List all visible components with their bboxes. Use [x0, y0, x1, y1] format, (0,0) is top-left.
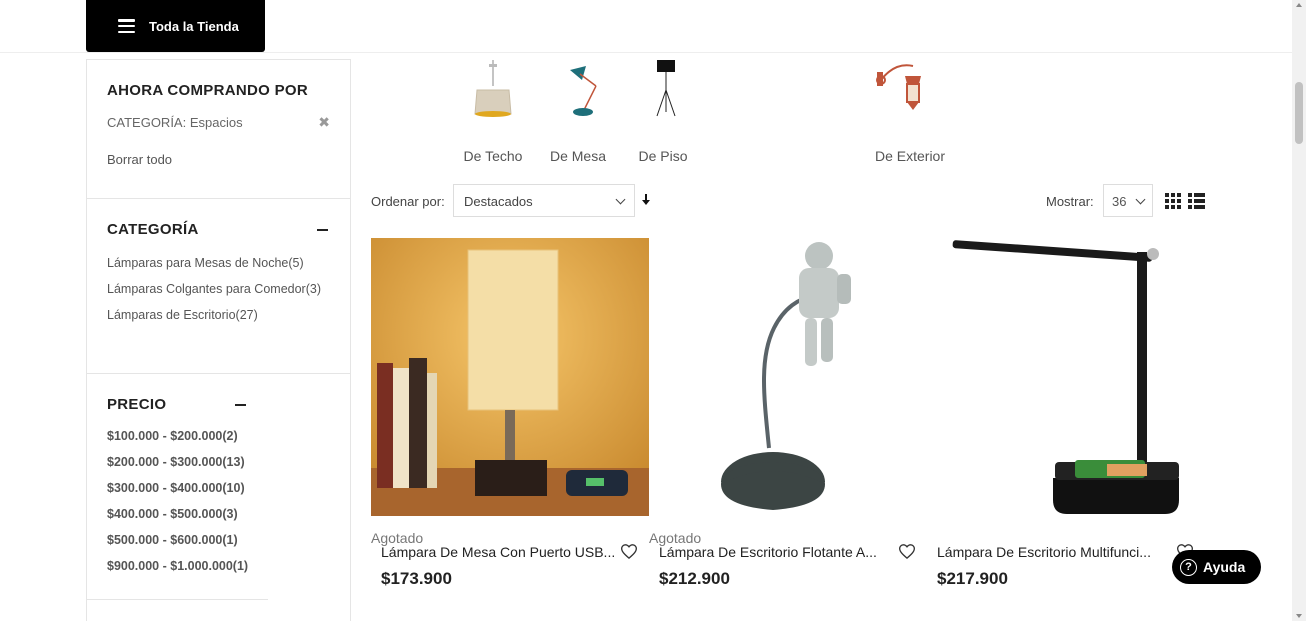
- product-card[interactable]: Agotado Lámpara De Escritorio Flotante A…: [649, 238, 927, 588]
- product-price: $212.900: [659, 569, 730, 588]
- category-filter-block: CATEGORÍA Lámparas para Mesas de Noche(5…: [87, 199, 350, 374]
- chevron-down-icon: [615, 194, 626, 205]
- remove-filter-icon[interactable]: ✖: [318, 114, 330, 131]
- price-range-item[interactable]: $400.000 - $500.000(3): [107, 501, 248, 527]
- list-view-icon[interactable]: [1188, 193, 1205, 209]
- help-label: Ayuda: [1203, 559, 1246, 575]
- sort-label: Ordenar por:: [371, 194, 445, 209]
- clear-all-link[interactable]: Borrar todo: [107, 152, 330, 167]
- heart-icon[interactable]: [620, 544, 638, 564]
- active-filter: CATEGORÍA: Espacios ✖: [107, 114, 330, 131]
- product-card[interactable]: Agotado Lámpara De Mesa Con Puerto USB..…: [371, 238, 649, 588]
- product-name[interactable]: Lámpara De Escritorio Multifunci...: [937, 544, 1172, 560]
- category-de-techo[interactable]: De Techo: [448, 60, 538, 164]
- category-de-exterior[interactable]: De Exterior: [865, 60, 955, 164]
- price-filter-title: PRECIO: [107, 396, 167, 413]
- header-divider: [0, 52, 1292, 53]
- all-store-menu-button[interactable]: Toda la Tienda: [86, 0, 265, 52]
- collapse-price-icon[interactable]: [235, 404, 247, 406]
- category-label: De Mesa: [549, 148, 607, 164]
- category-item-colgantes-comedor[interactable]: Lámparas Colgantes para Comedor(3): [107, 276, 332, 302]
- hamburger-icon: [118, 19, 135, 33]
- sort-select[interactable]: Destacados: [453, 184, 635, 217]
- scroll-thumb[interactable]: [1295, 82, 1303, 144]
- floor-lamp-icon: [656, 60, 676, 117]
- product-image[interactable]: [927, 238, 1205, 516]
- active-filter-label: CATEGORÍA: Espacios: [107, 115, 243, 130]
- page-scrollbar[interactable]: [1292, 0, 1306, 621]
- product-price: $173.900: [381, 569, 452, 588]
- sort-direction-icon[interactable]: [642, 193, 650, 208]
- now-shopping-title: AHORA COMPRANDO POR: [107, 82, 308, 99]
- category-de-mesa[interactable]: De Mesa: [533, 60, 623, 164]
- category-label: De Piso: [638, 148, 688, 164]
- all-store-label: Toda la Tienda: [149, 18, 239, 34]
- product-name[interactable]: Lámpara De Escritorio Flotante A...: [659, 544, 894, 560]
- price-range-item[interactable]: $900.000 - $1.000.000(1): [107, 553, 248, 579]
- price-filter-block: PRECIO $100.000 - $200.000(2) $200.000 -…: [87, 374, 269, 600]
- help-icon: ?: [1180, 558, 1197, 576]
- heart-icon[interactable]: [898, 544, 916, 564]
- product-image[interactable]: [649, 238, 927, 516]
- filter-sidebar: AHORA COMPRANDO POR CATEGORÍA: Espacios …: [86, 59, 351, 621]
- page-size-value: 36: [1112, 194, 1127, 209]
- sort-value: Destacados: [464, 194, 533, 209]
- category-filter-title: CATEGORÍA: [107, 221, 199, 238]
- scroll-up-icon[interactable]: [1296, 3, 1302, 7]
- page-size-select[interactable]: 36: [1103, 184, 1153, 217]
- product-price: $217.900: [937, 569, 1008, 588]
- desk-lamp-icon: [570, 66, 597, 116]
- help-button[interactable]: ? Ayuda: [1172, 550, 1261, 584]
- price-range-item[interactable]: $100.000 - $200.000(2): [107, 423, 248, 449]
- category-de-piso[interactable]: De Piso: [618, 60, 708, 164]
- category-label: De Exterior: [874, 148, 946, 164]
- show-label: Mostrar:: [1046, 194, 1094, 209]
- now-shopping-block: AHORA COMPRANDO POR CATEGORÍA: Espacios …: [87, 60, 350, 199]
- product-image[interactable]: [371, 238, 649, 516]
- grid-view-icon[interactable]: [1165, 193, 1181, 209]
- pendant-lamp-icon: [474, 60, 512, 117]
- price-range-item[interactable]: $300.000 - $400.000(10): [107, 475, 248, 501]
- price-range-item[interactable]: $500.000 - $600.000(1): [107, 527, 248, 553]
- chevron-down-icon: [1135, 194, 1146, 205]
- product-name[interactable]: Lámpara De Mesa Con Puerto USB...: [381, 544, 616, 560]
- wall-lantern-icon: [876, 64, 921, 110]
- product-card[interactable]: Lámpara De Escritorio Multifunci... $217…: [927, 238, 1205, 588]
- category-item-escritorio[interactable]: Lámparas de Escritorio(27): [107, 302, 330, 328]
- scroll-down-icon[interactable]: [1296, 614, 1302, 618]
- category-item-mesas-de-noche[interactable]: Lámparas para Mesas de Noche(5): [107, 250, 330, 276]
- category-label: De Techo: [463, 148, 523, 164]
- price-range-item[interactable]: $200.000 - $300.000(13): [107, 449, 248, 475]
- collapse-category-icon[interactable]: [317, 229, 328, 231]
